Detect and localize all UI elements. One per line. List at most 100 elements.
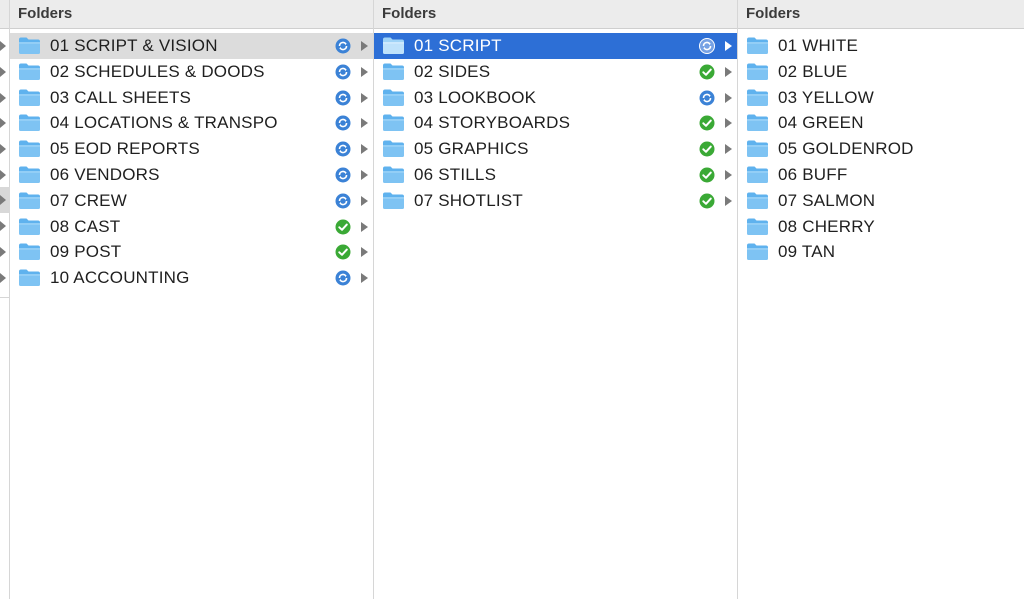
folder-list: 01 SCRIPT & VISION 02 SCHEDULES & DOODS 03… xyxy=(10,33,373,291)
folder-row-09-post[interactable]: 09 POST xyxy=(10,239,373,265)
parent-folder-row[interactable] xyxy=(0,136,10,162)
disclosure-arrow-icon[interactable] xyxy=(725,41,732,51)
folder-icon xyxy=(746,62,769,81)
folder-icon xyxy=(746,113,769,132)
folder-icon xyxy=(18,113,41,132)
folder-row-07-shotlist[interactable]: 07 SHOTLIST xyxy=(374,188,737,214)
folder-row-07-salmon[interactable]: 07 SALMON xyxy=(738,188,1024,214)
folder-row-01-white[interactable]: 01 WHITE xyxy=(738,33,1024,59)
folder-row-03-yellow[interactable]: 03 YELLOW xyxy=(738,85,1024,111)
disclosure-arrow-icon[interactable] xyxy=(361,195,368,206)
syncing-icon xyxy=(335,193,351,209)
parent-folder-row[interactable] xyxy=(0,265,10,291)
folder-row-02-blue[interactable]: 02 BLUE xyxy=(738,59,1024,85)
disclosure-arrow-icon[interactable] xyxy=(725,144,732,155)
folder-row-01-script-vision[interactable]: 01 SCRIPT & VISION xyxy=(10,33,373,59)
disclosure-arrow-icon[interactable] xyxy=(725,169,732,180)
disclosure-arrow-icon[interactable] xyxy=(361,273,368,284)
disclosure-arrow-icon[interactable] xyxy=(361,221,368,232)
folder-row-07-crew[interactable]: 07 CREW xyxy=(10,188,373,214)
disclosure-arrow-icon[interactable] xyxy=(361,66,368,77)
folder-row-02-schedules-doods[interactable]: 02 SCHEDULES & DOODS xyxy=(10,59,373,85)
folder-row-06-vendors[interactable]: 06 VENDORS xyxy=(10,162,373,188)
folder-row-08-cast[interactable]: 08 CAST xyxy=(10,214,373,240)
folder-icon xyxy=(18,36,41,55)
disclosure-arrow-icon[interactable] xyxy=(725,118,732,129)
folder-label: 07 CREW xyxy=(50,190,127,210)
folder-row-08-cherry[interactable]: 08 CHERRY xyxy=(738,214,1024,240)
parent-folder-row[interactable] xyxy=(0,162,10,188)
folder-icon xyxy=(382,113,405,132)
folder-icon xyxy=(18,165,41,184)
parent-folder-row[interactable] xyxy=(0,33,10,59)
folder-icon xyxy=(746,88,769,107)
folder-row-06-buff[interactable]: 06 BUFF xyxy=(738,162,1024,188)
syncing-icon xyxy=(335,141,351,157)
folder-row-05-eod-reports[interactable]: 05 EOD REPORTS xyxy=(10,136,373,162)
synced-check-icon xyxy=(699,141,715,157)
folder-column-1[interactable]: Folders 01 SCRIPT & VISION 02 SCHEDULES &… xyxy=(10,0,374,599)
folder-row-03-lookbook[interactable]: 03 LOOKBOOK xyxy=(374,85,737,111)
disclosure-arrow-icon[interactable] xyxy=(361,118,368,129)
parent-folder-row[interactable] xyxy=(0,213,10,239)
folder-row-04-locations-transpo[interactable]: 04 LOCATIONS & TRANSPO xyxy=(10,110,373,136)
parent-folder-row[interactable] xyxy=(0,239,10,265)
syncing-icon xyxy=(699,90,715,106)
disclosure-arrow-icon[interactable] xyxy=(361,41,368,51)
disclosure-arrow-icon[interactable] xyxy=(0,41,6,51)
disclosure-arrow-icon[interactable] xyxy=(0,170,6,180)
folder-label: 01 SCRIPT & VISION xyxy=(50,36,218,55)
folder-label: 04 GREEN xyxy=(778,113,864,133)
folder-column-2[interactable]: Folders 01 SCRIPT 02 SIDES 03 LOOKBOOK 04 S… xyxy=(374,0,738,599)
disclosure-arrow-icon[interactable] xyxy=(0,247,6,257)
syncing-icon xyxy=(335,38,351,54)
folder-column-3[interactable]: Folders 01 WHITE 02 BLUE 03 YELLOW 04 GREEN… xyxy=(738,0,1024,599)
folder-row-02-sides[interactable]: 02 SIDES xyxy=(374,59,737,85)
folder-row-09-tan[interactable]: 09 TAN xyxy=(738,239,1024,265)
folder-list: 01 SCRIPT 02 SIDES 03 LOOKBOOK 04 STORYBOAR… xyxy=(374,33,737,214)
folder-row-04-green[interactable]: 04 GREEN xyxy=(738,110,1024,136)
disclosure-arrow-icon[interactable] xyxy=(725,92,732,103)
parent-folder-row[interactable] xyxy=(0,110,10,136)
folder-row-03-call-sheets[interactable]: 03 CALL SHEETS xyxy=(10,85,373,111)
disclosure-arrow-icon[interactable] xyxy=(0,195,6,205)
disclosure-arrow-icon[interactable] xyxy=(0,221,6,231)
folder-label: 02 SCHEDULES & DOODS xyxy=(50,61,265,81)
syncing-icon xyxy=(699,38,715,54)
parent-folder-row[interactable] xyxy=(0,59,10,85)
folder-label: 08 CAST xyxy=(50,216,121,236)
folder-row-01-script[interactable]: 01 SCRIPT xyxy=(374,33,737,59)
parent-folder-row[interactable] xyxy=(0,85,10,111)
folder-row-10-accounting[interactable]: 10 ACCOUNTING xyxy=(10,265,373,291)
disclosure-arrow-icon[interactable] xyxy=(0,93,6,103)
folder-row-05-goldenrod[interactable]: 05 GOLDENROD xyxy=(738,136,1024,162)
disclosure-arrow-icon[interactable] xyxy=(0,118,6,128)
column-header: Folders xyxy=(738,0,1024,29)
folder-row-05-graphics[interactable]: 05 GRAPHICS xyxy=(374,136,737,162)
folder-icon xyxy=(18,268,41,287)
folder-icon xyxy=(18,191,41,210)
synced-check-icon xyxy=(699,167,715,183)
folder-label: 09 POST xyxy=(50,242,122,262)
folder-icon xyxy=(746,217,769,236)
folder-label: 08 CHERRY xyxy=(778,216,875,236)
disclosure-arrow-icon[interactable] xyxy=(0,273,6,283)
disclosure-arrow-icon[interactable] xyxy=(361,247,368,258)
disclosure-arrow-icon[interactable] xyxy=(361,144,368,155)
folder-icon xyxy=(382,36,405,55)
disclosure-arrow-icon[interactable] xyxy=(725,66,732,77)
parent-folder-row[interactable] xyxy=(0,187,10,213)
folder-row-04-storyboards[interactable]: 04 STORYBOARDS xyxy=(374,110,737,136)
disclosure-arrow-icon[interactable] xyxy=(361,169,368,180)
folder-row-06-stills[interactable]: 06 STILLS xyxy=(374,162,737,188)
folder-label: 05 EOD REPORTS xyxy=(50,139,200,159)
disclosure-arrow-icon[interactable] xyxy=(361,92,368,103)
folder-icon xyxy=(382,88,405,107)
disclosure-arrow-icon[interactable] xyxy=(0,67,6,77)
folder-icon xyxy=(18,139,41,158)
disclosure-arrow-icon[interactable] xyxy=(725,195,732,206)
folder-label: 07 SALMON xyxy=(778,190,876,210)
disclosure-arrow-icon[interactable] xyxy=(0,144,6,154)
folder-icon xyxy=(382,191,405,210)
folder-label: 01 WHITE xyxy=(778,36,859,55)
